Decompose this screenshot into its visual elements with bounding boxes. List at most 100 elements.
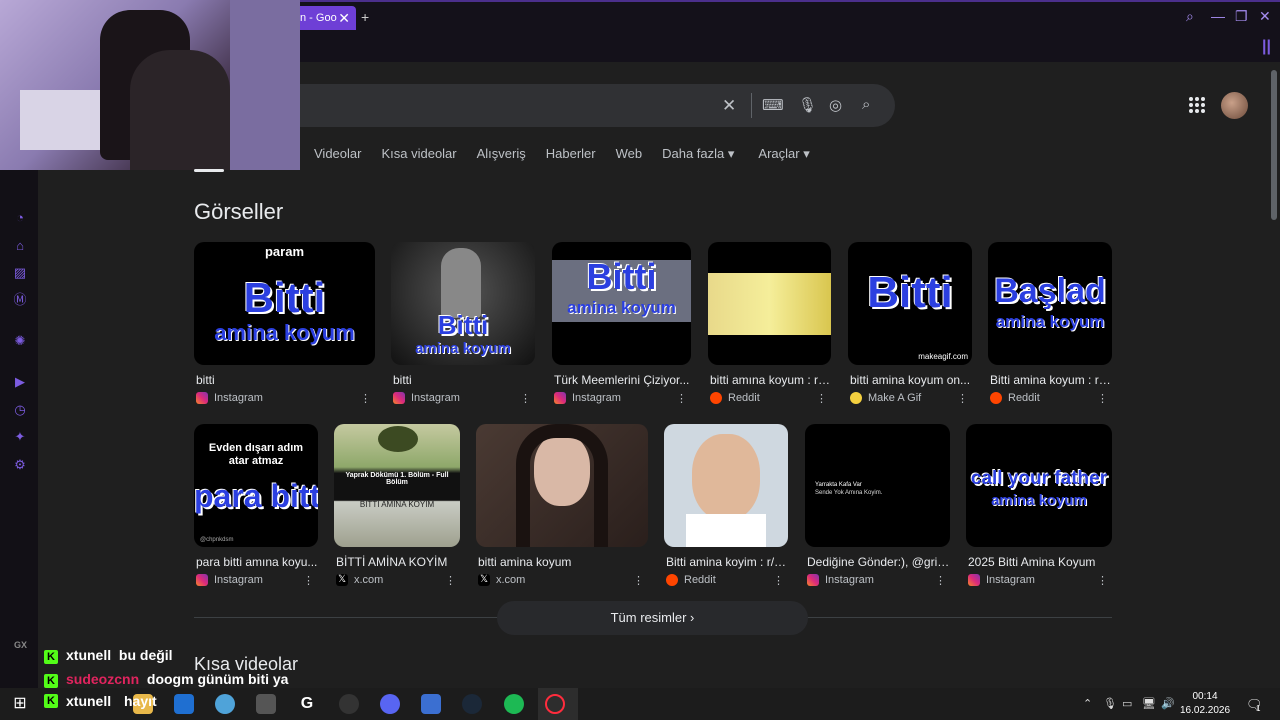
more-options-icon[interactable]: ⋮: [520, 392, 531, 405]
spotify-icon[interactable]: [504, 694, 524, 714]
volume-icon[interactable]: 🔊: [1161, 697, 1175, 710]
battery-icon[interactable]: ▭: [1122, 697, 1132, 710]
search-box[interactable]: ✕ ⌨ 🎙 ◎ ⌕: [300, 84, 895, 127]
page-scrollbar[interactable]: [1271, 70, 1277, 220]
app-icon[interactable]: [256, 694, 276, 714]
more-options-icon[interactable]: ⋮: [816, 392, 827, 405]
tab-news[interactable]: Haberler: [546, 146, 596, 166]
image-result[interactable]: Bitti amina koyum Türk Meemlerini Çiziyo…: [552, 242, 691, 405]
result-title[interactable]: bitti amina koyum on...: [848, 373, 972, 387]
image-result[interactable]: Bitti makeagif.com bitti amina koyum on.…: [848, 242, 972, 405]
network-icon[interactable]: 🖥: [1142, 697, 1156, 710]
app-icon[interactable]: G: [297, 694, 317, 714]
image-result[interactable]: Yarrakta Kafa Var Sende Yok Amına Koyim.…: [805, 424, 950, 587]
avatar[interactable]: [1221, 92, 1248, 119]
image-thumbnail[interactable]: Başlad amina koyum: [988, 242, 1112, 365]
result-source[interactable]: Instagram ⋮: [194, 574, 318, 587]
image-result[interactable]: param Bitti amina koyum bitti Instagram ⋮: [194, 242, 375, 405]
result-title[interactable]: Dediğine Gönder:), @grit...: [805, 555, 950, 569]
image-thumbnail[interactable]: call your father amina koyum: [966, 424, 1112, 547]
result-source[interactable]: Instagram ⋮: [966, 574, 1112, 587]
clear-search-icon[interactable]: ✕: [722, 96, 736, 116]
lens-icon[interactable]: ◎: [829, 96, 842, 114]
search-icon[interactable]: ⌕: [862, 96, 870, 113]
result-title[interactable]: bitti: [194, 373, 375, 387]
speed-dial-icon[interactable]: ◔: [12, 210, 28, 226]
result-source[interactable]: Instagram ⋮: [391, 392, 535, 405]
all-images-button[interactable]: Tüm resimler ›: [497, 601, 808, 635]
tab-videos[interactable]: Videolar: [314, 146, 361, 166]
result-source[interactable]: 𝕏x.com ⋮: [476, 574, 648, 587]
keyboard-icon[interactable]: ⌨: [762, 96, 784, 114]
tray-overflow-icon[interactable]: ⌃: [1083, 697, 1092, 710]
image-thumbnail[interactable]: param Bitti amina koyum: [194, 242, 375, 365]
image-result[interactable]: Başlad amina koyum Bitti amina koyum : r…: [988, 242, 1112, 405]
result-title[interactable]: para bitti amına koyu...: [194, 555, 318, 569]
tab-tools[interactable]: Araçlar ▾: [758, 146, 809, 166]
image-thumbnail[interactable]: [664, 424, 788, 547]
result-title[interactable]: BİTTİ AMİNA KOYİM: [334, 555, 460, 569]
image-thumbnail[interactable]: Bitti makeagif.com: [848, 242, 972, 365]
settings-icon[interactable]: ⚙: [12, 457, 28, 473]
twitch-icon[interactable]: ▨: [12, 265, 28, 281]
chatgpt-icon[interactable]: ✺: [12, 333, 28, 349]
app-icon[interactable]: [421, 694, 441, 714]
windows-start-icon[interactable]: ⊞: [10, 694, 30, 714]
search-tabs-icon[interactable]: ⌕: [1186, 8, 1194, 25]
image-result[interactable]: call your father amina koyum 2025 Bitti …: [966, 424, 1112, 587]
google-apps-icon[interactable]: [1189, 97, 1205, 113]
more-options-icon[interactable]: ⋮: [303, 574, 314, 587]
more-options-icon[interactable]: ⋮: [935, 574, 946, 587]
app-icon[interactable]: [174, 694, 194, 714]
result-source[interactable]: Reddit ⋮: [708, 392, 831, 405]
player-icon[interactable]: ▶: [12, 374, 28, 390]
result-source[interactable]: Reddit ⋮: [664, 574, 788, 587]
discord-icon[interactable]: [380, 694, 400, 714]
more-options-icon[interactable]: ⋮: [1097, 392, 1108, 405]
image-thumbnail[interactable]: Evden dışarı adım atar atmaz para bitti …: [194, 424, 318, 547]
result-source[interactable]: Reddit ⋮: [988, 392, 1112, 405]
result-title[interactable]: 2025 Bitti Amina Koyum: [966, 555, 1112, 569]
tab-close-icon[interactable]: ✕: [338, 10, 350, 27]
taskbar-clock[interactable]: 00:14 16.02.2026: [1180, 690, 1230, 718]
tab-more[interactable]: Daha fazla ▾: [662, 146, 734, 166]
image-result[interactable]: bitti amına koyum : r/i... Reddit ⋮: [708, 242, 831, 405]
image-thumbnail[interactable]: [476, 424, 648, 547]
app-icon[interactable]: [215, 694, 235, 714]
close-window-icon[interactable]: ✕: [1259, 8, 1271, 25]
steam-icon[interactable]: [462, 694, 482, 714]
history-icon[interactable]: ◷: [12, 402, 28, 418]
more-options-icon[interactable]: ⋮: [633, 574, 644, 587]
extensions-icon[interactable]: ✦: [12, 429, 28, 445]
app-icon[interactable]: [339, 694, 359, 714]
messenger-icon[interactable]: Ⓜ: [12, 292, 28, 308]
result-title[interactable]: Bitti amina koyum : r/...: [988, 373, 1112, 387]
result-source[interactable]: Make A Gif ⋮: [848, 392, 972, 405]
maximize-icon[interactable]: ❐: [1235, 8, 1248, 25]
result-title[interactable]: bitti amina koyum: [476, 555, 648, 569]
result-title[interactable]: bitti: [391, 373, 535, 387]
more-options-icon[interactable]: ⋮: [957, 392, 968, 405]
microphone-tray-icon[interactable]: 🎙: [1103, 697, 1117, 710]
image-result[interactable]: Yaprak Dökümü 1. Bölüm - Full Bölüm BİTT…: [334, 424, 460, 587]
image-thumbnail[interactable]: Bitti amina koyum: [391, 242, 535, 365]
image-result[interactable]: bitti amina koyum 𝕏x.com ⋮: [476, 424, 648, 587]
tab-short-videos[interactable]: Kısa videolar: [381, 146, 456, 166]
result-source[interactable]: Instagram ⋮: [805, 574, 950, 587]
image-thumbnail[interactable]: Yarrakta Kafa Var Sende Yok Amına Koyim.: [805, 424, 950, 547]
image-result[interactable]: Bitti amina koyim : r/v... Reddit ⋮: [664, 424, 788, 587]
new-tab-button[interactable]: +: [361, 9, 369, 25]
image-thumbnail[interactable]: [708, 242, 831, 365]
result-title[interactable]: Bitti amina koyim : r/v...: [664, 555, 788, 569]
image-result[interactable]: Evden dışarı adım atar atmaz para bitti …: [194, 424, 318, 587]
image-thumbnail[interactable]: Bitti amina koyum: [552, 242, 691, 365]
sidebar-toggle-icon[interactable]: ||: [1262, 38, 1271, 56]
result-title[interactable]: bitti amına koyum : r/i...: [708, 373, 831, 387]
image-result[interactable]: Bitti amina koyum bitti Instagram ⋮: [391, 242, 535, 405]
microphone-icon[interactable]: 🎙: [798, 96, 817, 114]
more-options-icon[interactable]: ⋮: [360, 392, 371, 405]
tab-shopping[interactable]: Alışveriş: [477, 146, 526, 166]
result-source[interactable]: Instagram ⋮: [194, 392, 375, 405]
image-thumbnail[interactable]: Yaprak Dökümü 1. Bölüm - Full Bölüm BİTT…: [334, 424, 460, 547]
result-title[interactable]: Türk Meemlerini Çiziyor...: [552, 373, 691, 387]
